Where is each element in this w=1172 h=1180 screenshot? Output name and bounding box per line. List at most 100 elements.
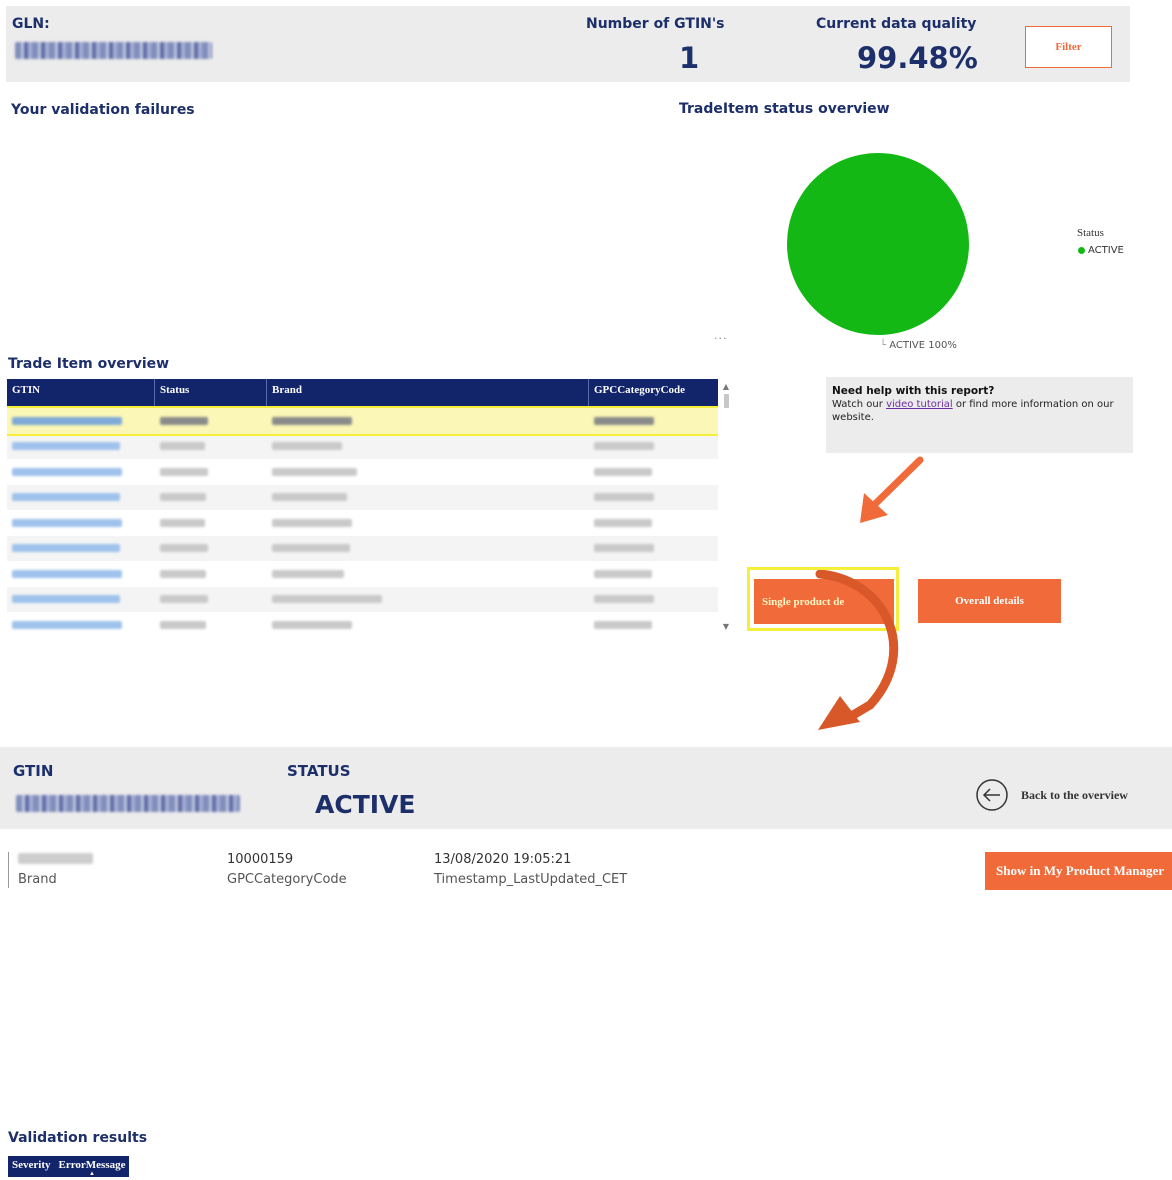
table-row[interactable] (7, 561, 718, 587)
pie-legend-entry[interactable]: ACTIVE (1078, 245, 1124, 256)
table-cell (155, 612, 267, 634)
table-cell[interactable] (7, 510, 155, 536)
redacted-value (272, 595, 382, 604)
help-title: Need help with this report? (832, 385, 995, 397)
table-cell[interactable] (7, 434, 155, 460)
pie-data-label-text: ACTIVE 100% (889, 340, 957, 351)
legend-dot-icon (1078, 247, 1085, 254)
table-row[interactable] (7, 406, 718, 436)
column-header-errormessage[interactable]: ErrorMessage ▲ (54, 1156, 129, 1177)
table-row[interactable] (7, 612, 718, 634)
table-row[interactable] (7, 484, 718, 511)
table-row[interactable] (7, 510, 718, 536)
table-cell[interactable] (7, 408, 155, 434)
table-cell (155, 485, 267, 511)
table-cell[interactable] (7, 587, 155, 613)
table-cell (267, 587, 589, 613)
more-options-icon[interactable]: ··· (714, 332, 728, 345)
column-header-brand[interactable]: Brand (267, 379, 589, 408)
table-cell[interactable] (7, 459, 155, 485)
redacted-value (594, 442, 654, 451)
column-header-severity[interactable]: Severity (8, 1156, 54, 1177)
validation-table-header: Severity ErrorMessage ▲ (8, 1156, 130, 1177)
redacted-value (12, 544, 120, 553)
table-cell (267, 561, 589, 587)
overall-details-button[interactable]: Overall details (918, 579, 1061, 623)
show-in-product-manager-button[interactable]: Show in My Product Manager (985, 852, 1172, 890)
redacted-value (160, 416, 208, 425)
table-cell[interactable] (7, 536, 155, 562)
table-cell (155, 434, 267, 460)
column-header-gtin[interactable]: GTIN (7, 379, 155, 408)
leader-line-icon: └ (880, 340, 890, 351)
table-cell (155, 536, 267, 562)
filter-button[interactable]: Filter (1025, 26, 1112, 68)
back-to-overview-label: Back to the overview (1021, 787, 1128, 802)
table-cell[interactable] (7, 612, 155, 634)
detail-gtin-label: GTIN (13, 762, 54, 780)
table-cell[interactable] (7, 561, 155, 587)
gpc-label: GPCCategoryCode (227, 872, 347, 887)
video-tutorial-link[interactable]: video tutorial (886, 399, 953, 410)
redacted-value (272, 518, 352, 527)
trade-item-table: GTIN Status Brand GPCCategoryCode (7, 379, 718, 634)
redacted-value (160, 620, 206, 629)
table-scrollbar[interactable]: ▲ ▼ (719, 382, 733, 632)
help-box: Need help with this report? Watch our vi… (826, 377, 1133, 453)
gln-label: GLN: (12, 16, 50, 32)
annotation-curved-arrow-icon (815, 570, 899, 730)
sort-ascending-icon: ▲ (89, 1171, 95, 1177)
quality-label: Current data quality (816, 16, 977, 32)
redacted-value (160, 595, 208, 604)
brand-label: Brand (18, 872, 57, 887)
table-header: GTIN Status Brand GPCCategoryCode (7, 379, 718, 408)
redacted-value (12, 467, 122, 476)
trade-item-overview-title: Trade Item overview (8, 356, 170, 372)
redacted-value (12, 595, 120, 604)
scroll-up-icon[interactable]: ▲ (719, 382, 733, 392)
table-row[interactable] (7, 586, 718, 613)
validation-failures-title: Your validation failures (11, 102, 195, 118)
table-row[interactable] (7, 433, 718, 460)
redacted-value (160, 442, 205, 451)
redacted-value (272, 569, 344, 578)
redacted-value (272, 442, 342, 451)
table-cell (589, 536, 718, 562)
annotation-arrow-down-left-icon (860, 456, 924, 523)
table-cell (589, 510, 718, 536)
scroll-thumb[interactable] (723, 394, 729, 408)
table-cell (589, 561, 718, 587)
table-cell (267, 408, 589, 434)
table-row[interactable] (7, 459, 718, 485)
back-to-overview-button[interactable]: Back to the overview (975, 778, 1128, 812)
table-cell (155, 587, 267, 613)
redacted-value (160, 518, 205, 527)
redacted-value (594, 569, 652, 578)
status-pie-chart (787, 153, 969, 335)
table-cell (267, 434, 589, 460)
redacted-value (12, 518, 122, 527)
redacted-value (160, 544, 208, 553)
pie-slice-active[interactable] (787, 153, 969, 335)
redacted-value (160, 467, 208, 476)
redacted-value (12, 416, 122, 425)
gtin-count-value: 1 (679, 41, 700, 75)
redacted-value (594, 518, 652, 527)
table-cell (589, 587, 718, 613)
detail-status-value: ACTIVE (315, 790, 416, 819)
table-cell[interactable] (7, 485, 155, 511)
redacted-value (594, 544, 654, 553)
redacted-value (160, 569, 206, 578)
timestamp-value: 13/08/2020 19:05:21 (434, 852, 572, 867)
column-header-gpc[interactable]: GPCCategoryCode (589, 379, 718, 408)
table-row[interactable] (7, 535, 718, 562)
table-cell (155, 561, 267, 587)
gln-value-redacted (15, 42, 212, 59)
column-header-status[interactable]: Status (155, 379, 267, 408)
redacted-value (594, 416, 654, 425)
redacted-value (12, 569, 122, 578)
table-cell (589, 408, 718, 434)
redacted-value (272, 416, 352, 425)
redacted-value (12, 620, 122, 629)
scroll-down-icon[interactable]: ▼ (719, 622, 733, 632)
